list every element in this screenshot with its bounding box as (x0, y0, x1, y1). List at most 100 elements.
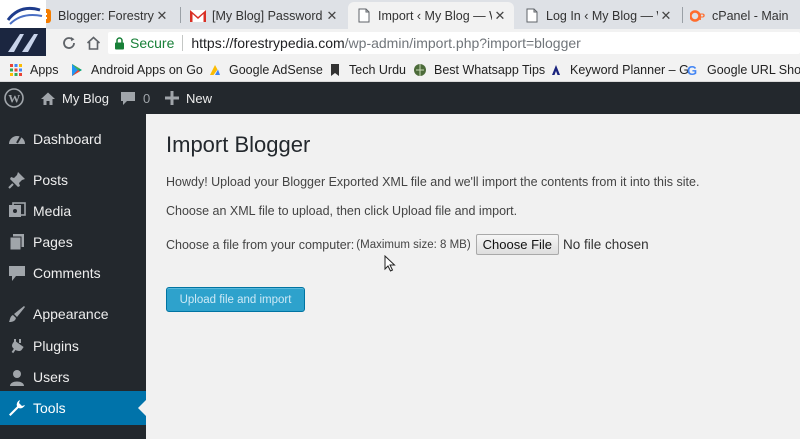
pin-icon (7, 170, 27, 190)
bookmark-label: Google URL Shorte (707, 62, 800, 77)
tab-blogger[interactable]: Blogger: Forestrypedia ✕ (28, 2, 176, 29)
bookmark-apps[interactable]: Apps (9, 61, 59, 78)
secure-label: Secure (130, 35, 175, 51)
close-icon[interactable]: ✕ (324, 8, 340, 24)
brush-icon (7, 304, 27, 324)
instructions-text: Choose an XML file to upload, then click… (166, 204, 518, 218)
cpanel-icon: P (690, 8, 706, 24)
comments-count: 0 (143, 90, 151, 106)
choose-file-button[interactable]: Choose File (475, 234, 560, 255)
tab-gmail[interactable]: [My Blog] Password Re ✕ (182, 2, 346, 29)
adsense-icon (208, 63, 222, 77)
url-text: https://forestrypedia.com/wp-admin/impor… (191, 35, 580, 51)
wordpress-logo-icon[interactable]: W (4, 82, 26, 114)
bookmark-label: Best Whatsapp Tips (434, 62, 546, 77)
svg-text:W: W (8, 92, 20, 106)
sidebar-item-label: Users (33, 369, 70, 385)
svg-text:G: G (687, 63, 697, 77)
new-label: New (186, 90, 213, 106)
tab-title: [My Blog] Password Re (212, 8, 324, 23)
close-icon[interactable]: ✕ (154, 8, 170, 24)
bookmark-google-adsense[interactable]: Google AdSense (208, 61, 323, 78)
site-name: My Blog (62, 90, 109, 106)
max-size-note: (Maximum size: 8 MB) (356, 238, 471, 251)
sidebar-item-tools[interactable]: Tools (0, 391, 146, 425)
reload-icon[interactable] (58, 32, 80, 54)
sidebar-item-comments[interactable]: Comments (0, 256, 146, 290)
wp-admin-bar: W My Blog 0 New (0, 82, 800, 114)
overlay-logo (0, 0, 46, 56)
url-path: /wp-admin/import.php?import=blogger (344, 35, 581, 51)
bookmark-android-apps[interactable]: Android Apps on Go (70, 61, 203, 78)
bookmark-keyword-planner[interactable]: Keyword Planner – G (549, 61, 689, 78)
globe-icon (413, 63, 427, 77)
play-store-icon (70, 63, 84, 77)
bookmark-label: Google AdSense (229, 62, 323, 77)
tab-cpanel[interactable]: P cPanel - Main (682, 2, 800, 29)
bookmark-label: Android Apps on Go (91, 62, 203, 77)
tab-title: Log In ‹ My Blog — Wo (546, 8, 658, 23)
apps-grid-icon (9, 63, 23, 77)
sidebar-item-plugins[interactable]: Plugins (0, 329, 146, 363)
sidebar-item-label: Tools (33, 400, 66, 416)
sidebar-item-dashboard[interactable]: Dashboard (0, 122, 146, 156)
sidebar-item-label: Comments (33, 265, 101, 281)
tab-import[interactable]: Import ‹ My Blog — Wo ✕ (348, 2, 514, 29)
plus-icon (165, 91, 179, 105)
sidebar-item-label: Dashboard (33, 131, 102, 147)
bookmark-google-url-shortener[interactable]: G Google URL Shorte (686, 61, 800, 78)
document-icon (524, 8, 540, 24)
site-name-link[interactable]: My Blog (40, 82, 109, 114)
tab-title: Import ‹ My Blog — Wo (378, 8, 492, 23)
home-icon (41, 92, 55, 105)
bookmarks-bar: Apps Android Apps on Go Google AdSense T… (0, 57, 800, 82)
sidebar-item-users[interactable]: Users (0, 360, 146, 394)
sidebar-item-label: Posts (33, 172, 69, 188)
sidebar-item-pages[interactable]: Pages (0, 225, 146, 259)
pages-icon (7, 232, 27, 252)
browser-toolbar: Secure https://forestrypedia.com/wp-admi… (0, 29, 800, 57)
no-file-status: No file chosen (563, 237, 649, 252)
comment-icon (7, 263, 27, 283)
home-icon[interactable] (82, 32, 104, 54)
file-label: Choose a file from your computer: (166, 237, 355, 252)
close-icon[interactable]: ✕ (492, 8, 508, 24)
comments-link[interactable]: 0 (120, 82, 150, 114)
close-icon[interactable]: ✕ (658, 8, 674, 24)
lock-icon (115, 36, 124, 49)
file-upload-row: Choose a file from your computer: (Maxim… (166, 234, 649, 255)
page-title: Import Blogger (166, 132, 311, 157)
upload-file-and-import-button[interactable]: Upload file and import (166, 287, 305, 312)
plugin-icon (7, 336, 27, 356)
bookmark-tech-urdu[interactable]: Tech Urdu (328, 61, 406, 78)
bookmark-whatsapp-tips[interactable]: Best Whatsapp Tips (413, 61, 545, 78)
sidebar-item-label: Appearance (33, 306, 109, 322)
tab-title: Blogger: Forestrypedia (58, 8, 154, 23)
secure-indicator[interactable]: Secure (108, 35, 174, 51)
bookmark-label: Apps (30, 62, 59, 77)
new-content-link[interactable]: New (165, 82, 212, 114)
bookmark-label: Tech Urdu (349, 62, 406, 77)
google-ads-icon (549, 63, 563, 77)
sidebar-item-posts[interactable]: Posts (0, 163, 146, 197)
browser-tab-strip: Blogger: Forestrypedia ✕ [My Blog] Passw… (0, 0, 800, 29)
users-icon (7, 367, 27, 387)
tab-login[interactable]: Log In ‹ My Blog — Wo ✕ (516, 2, 680, 29)
url-host: https://forestrypedia.com (191, 35, 345, 51)
comment-icon (121, 91, 135, 105)
sidebar-item-label: Media (33, 203, 72, 219)
main-content: Import Blogger Howdy! Upload your Blogge… (146, 114, 800, 439)
sidebar-item-label: Pages (33, 234, 73, 250)
bookmark-label: Keyword Planner – G (570, 62, 689, 77)
sidebar-item-appearance[interactable]: Appearance (0, 297, 146, 331)
wrench-icon (7, 398, 27, 418)
sidebar-item-media[interactable]: Media (0, 194, 146, 228)
google-icon: G (686, 63, 700, 77)
intro-text: Howdy! Upload your Blogger Exported XML … (166, 175, 700, 189)
bookmark-icon (328, 63, 342, 77)
svg-text:P: P (699, 12, 705, 22)
address-bar[interactable]: Secure https://forestrypedia.com/wp-admi… (108, 32, 800, 54)
sidebar-item-label: Plugins (33, 338, 79, 354)
admin-sidebar: Dashboard Posts Media Pages Comments App… (0, 114, 146, 439)
media-icon (7, 201, 27, 221)
